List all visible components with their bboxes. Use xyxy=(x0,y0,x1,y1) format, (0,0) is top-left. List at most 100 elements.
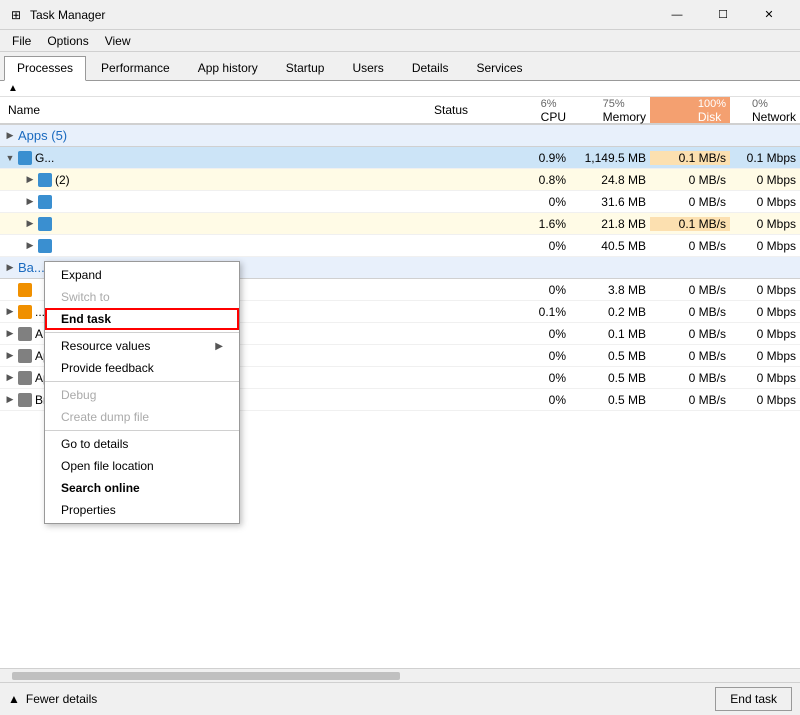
process-disk: 0 MB/s xyxy=(650,195,730,209)
tab-processes[interactable]: Processes xyxy=(4,56,86,81)
app-icon: ⊞ xyxy=(8,7,24,23)
fewer-details-arrow-icon: ▲ xyxy=(8,692,20,706)
close-button[interactable]: ✕ xyxy=(746,0,792,30)
process-memory: 40.5 MB xyxy=(570,239,650,253)
process-icon xyxy=(38,195,52,209)
col-header-name[interactable]: Name xyxy=(0,97,430,123)
process-disk: 0 MB/s xyxy=(650,327,730,341)
background-expand-icon: ▶ xyxy=(4,262,16,273)
table-row[interactable]: ▶ (2) 0.8% 24.8 MB 0 MB/s 0 Mbps xyxy=(0,169,800,191)
process-network: 0 Mbps xyxy=(730,349,800,363)
process-disk: 0 MB/s xyxy=(650,305,730,319)
process-cpu: 0% xyxy=(510,371,570,385)
ctx-resource-values[interactable]: Resource values ▶ xyxy=(45,335,239,357)
process-memory: 1,149.5 MB xyxy=(570,151,650,165)
menu-file[interactable]: File xyxy=(4,32,39,50)
tab-performance[interactable]: Performance xyxy=(88,56,183,80)
row-expand-icon: ▶ xyxy=(4,372,16,383)
process-network: 0 Mbps xyxy=(730,305,800,319)
ctx-switch-to[interactable]: Switch to xyxy=(45,286,239,308)
process-memory: 0.2 MB xyxy=(570,305,650,319)
process-disk: 0 MB/s xyxy=(650,349,730,363)
apps-section-header[interactable]: ▶ Apps (5) xyxy=(0,125,800,147)
process-name: G... xyxy=(35,151,54,165)
row-expand-icon: ▶ xyxy=(4,328,16,339)
maximize-button[interactable]: ☐ xyxy=(700,0,746,30)
process-memory: 21.8 MB xyxy=(570,217,650,231)
tab-app-history[interactable]: App history xyxy=(185,56,271,80)
minimize-button[interactable]: — xyxy=(654,0,700,30)
window-title: Task Manager xyxy=(30,8,654,22)
process-icon xyxy=(18,349,32,363)
process-disk: 0 MB/s xyxy=(650,239,730,253)
ctx-expand[interactable]: Expand xyxy=(45,264,239,286)
row-expand-icon: ▶ xyxy=(4,394,16,405)
ctx-search-online[interactable]: Search online xyxy=(45,477,239,499)
process-network: 0 Mbps xyxy=(730,283,800,297)
process-icon xyxy=(38,239,52,253)
table-row[interactable]: ▶ 0% 31.6 MB 0 MB/s 0 Mbps xyxy=(0,191,800,213)
process-memory: 0.5 MB xyxy=(570,371,650,385)
process-icon xyxy=(18,283,32,297)
process-memory: 0.5 MB xyxy=(570,349,650,363)
process-cpu: 0.1% xyxy=(510,305,570,319)
tab-users[interactable]: Users xyxy=(339,56,396,80)
row-expand-icon: ▶ xyxy=(24,196,36,207)
process-cpu: 0.8% xyxy=(510,173,570,187)
process-icon xyxy=(18,327,32,341)
process-memory: 0.1 MB xyxy=(570,327,650,341)
col-header-disk[interactable]: 100%Disk xyxy=(650,97,730,123)
process-network: 0 Mbps xyxy=(730,239,800,253)
background-section-label: Ba... xyxy=(18,260,45,275)
process-icon xyxy=(38,173,52,187)
ctx-provide-feedback[interactable]: Provide feedback xyxy=(45,357,239,379)
table-row[interactable]: ▶ 1.6% 21.8 MB 0.1 MB/s 0 Mbps xyxy=(0,213,800,235)
process-network: 0 Mbps xyxy=(730,173,800,187)
ctx-create-dump[interactable]: Create dump file xyxy=(45,406,239,428)
process-network: 0 Mbps xyxy=(730,393,800,407)
sort-arrow-icon: ▲ xyxy=(8,83,18,94)
col-header-network[interactable]: 0%Network xyxy=(730,97,800,123)
process-memory: 0.5 MB xyxy=(570,393,650,407)
row-expand-icon: ▼ xyxy=(4,153,16,163)
process-network: 0 Mbps xyxy=(730,217,800,231)
end-task-button[interactable]: End task xyxy=(715,687,792,711)
tab-startup[interactable]: Startup xyxy=(273,56,338,80)
tab-details[interactable]: Details xyxy=(399,56,462,80)
ctx-end-task[interactable]: End task xyxy=(45,308,239,330)
row-expand-icon: ▶ xyxy=(4,306,16,317)
ctx-go-to-details[interactable]: Go to details xyxy=(45,433,239,455)
col-header-status[interactable]: Status xyxy=(430,97,510,123)
h-scroll-thumb[interactable] xyxy=(12,672,400,680)
ctx-properties[interactable]: Properties xyxy=(45,499,239,521)
process-disk: 0.1 MB/s xyxy=(650,217,730,231)
process-icon xyxy=(18,151,32,165)
row-expand-icon: ▶ xyxy=(24,218,36,229)
submenu-arrow-icon: ▶ xyxy=(215,341,223,352)
menu-bar: File Options View xyxy=(0,30,800,52)
process-cpu: 0% xyxy=(510,239,570,253)
process-network: 0 Mbps xyxy=(730,371,800,385)
table-row[interactable]: ▼ G... 0.9% 1,149.5 MB 0.1 MB/s 0.1 Mbps xyxy=(0,147,800,169)
menu-options[interactable]: Options xyxy=(39,32,96,50)
horizontal-scrollbar[interactable] xyxy=(0,668,800,682)
fewer-details-button[interactable]: ▲ Fewer details xyxy=(8,692,97,706)
tab-services[interactable]: Services xyxy=(464,56,536,80)
row-expand-icon: ▶ xyxy=(4,350,16,361)
process-cpu: 0.9% xyxy=(510,151,570,165)
col-header-cpu[interactable]: 6%CPU xyxy=(510,97,570,123)
row-expand-icon: ▶ xyxy=(24,174,36,185)
ctx-separator-3 xyxy=(45,430,239,431)
apps-expand-icon: ▶ xyxy=(4,130,16,141)
apps-section-label: Apps (5) xyxy=(18,128,67,143)
fewer-details-label: Fewer details xyxy=(26,692,97,706)
ctx-open-file-location[interactable]: Open file location xyxy=(45,455,239,477)
menu-view[interactable]: View xyxy=(97,32,139,50)
process-memory: 24.8 MB xyxy=(570,173,650,187)
ctx-debug[interactable]: Debug xyxy=(45,384,239,406)
column-headers: Name Status 6%CPU 75%Memory 100%Disk 0%N… xyxy=(0,97,800,125)
process-memory: 3.8 MB xyxy=(570,283,650,297)
context-menu: Expand Switch to End task Resource value… xyxy=(44,261,240,524)
col-header-memory[interactable]: 75%Memory xyxy=(570,97,650,123)
table-row[interactable]: ▶ 0% 40.5 MB 0 MB/s 0 Mbps xyxy=(0,235,800,257)
